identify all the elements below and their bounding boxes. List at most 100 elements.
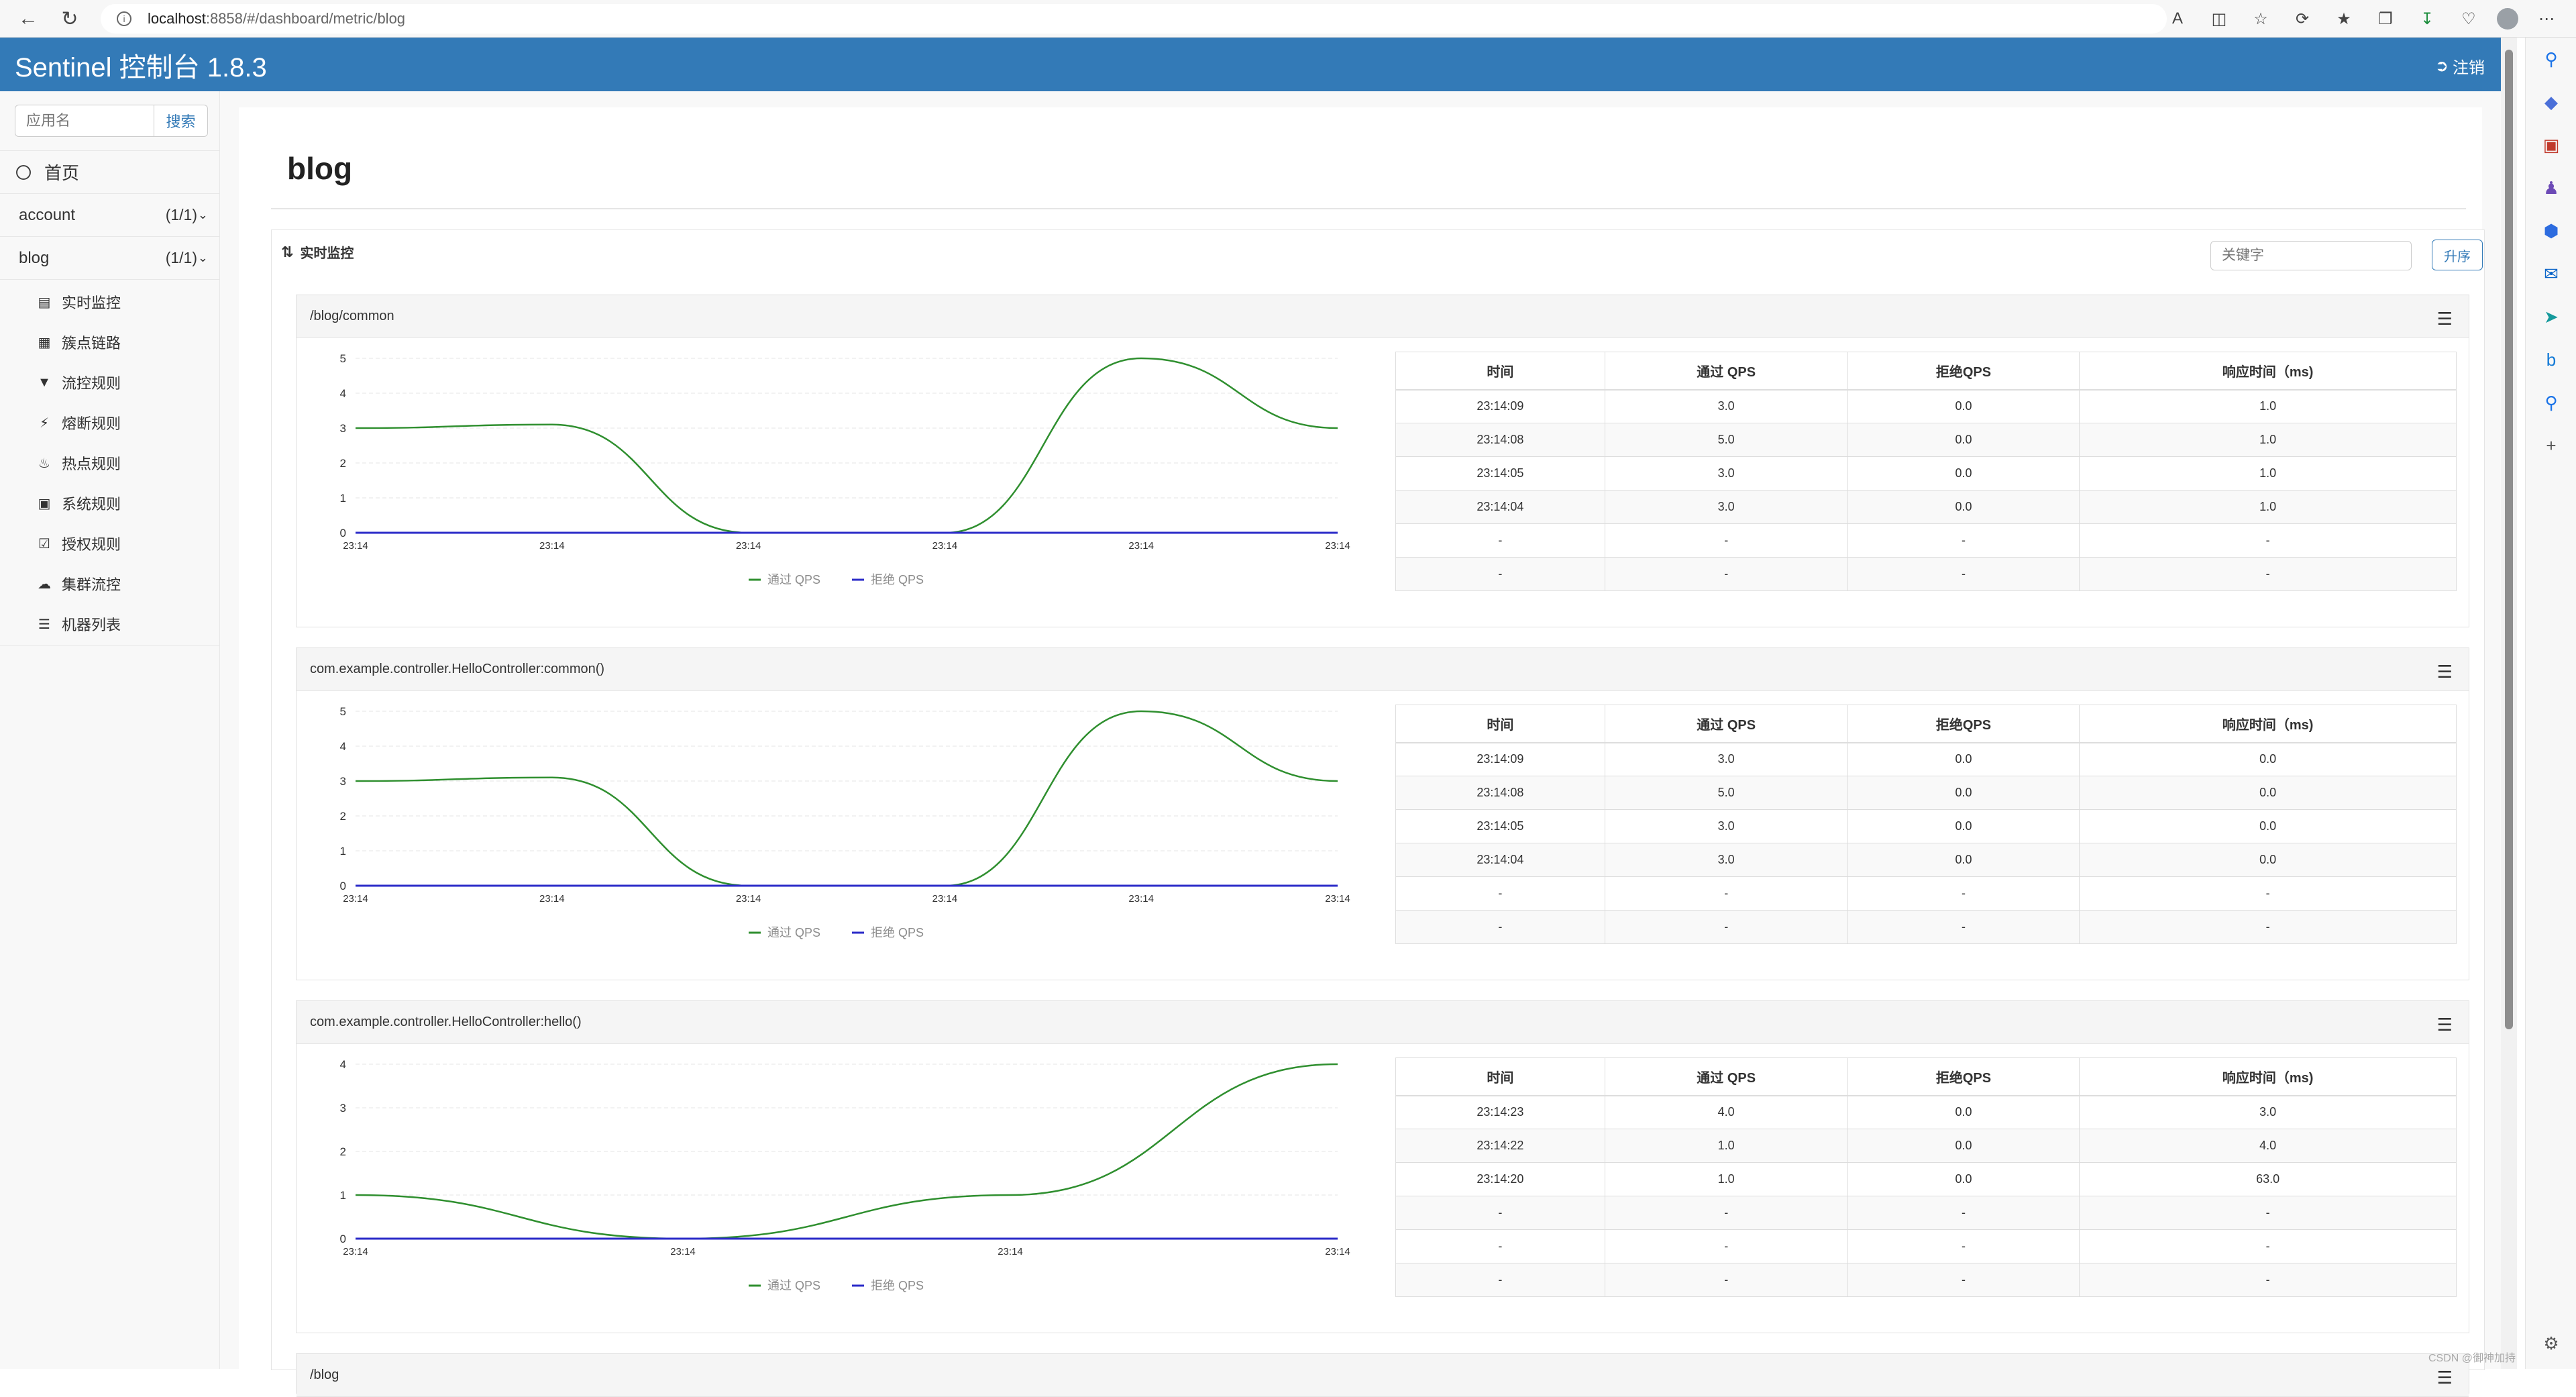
- search-button[interactable]: 搜索: [154, 105, 208, 137]
- table-header[interactable]: 时间: [1395, 352, 1605, 391]
- sidebar-item-authority-rules[interactable]: ☑ 授权规则: [36, 523, 121, 564]
- y-tick-label: 5: [340, 352, 346, 365]
- url-path: :8858/#/dashboard/metric/blog: [205, 10, 406, 27]
- table-cell: 0.0: [2079, 843, 2457, 877]
- browser-side-panel: ⚲ ◆ ▣ ♟ ⬢ ✉ ➤ b ⚲ + ⚙: [2525, 38, 2576, 1369]
- address-bar[interactable]: i localhost:8858/#/dashboard/metric/blog: [101, 4, 2167, 34]
- microsoft365-icon[interactable]: ⬢: [2526, 209, 2576, 252]
- table-header[interactable]: 通过 QPS: [1604, 352, 1848, 391]
- logout-button[interactable]: ➲ 注销: [2435, 54, 2485, 78]
- table-cell: 0.0: [1847, 456, 2080, 490]
- more-menu-icon[interactable]: ⋯: [2533, 5, 2560, 32]
- x-tick-label: 23:14: [1325, 1246, 1350, 1257]
- add-icon[interactable]: +: [2526, 424, 2576, 467]
- app-search-input[interactable]: [15, 105, 154, 137]
- table-header[interactable]: 拒绝QPS: [1847, 1057, 2080, 1096]
- sidebar-app-account[interactable]: account (1/1) ⌄: [0, 193, 220, 236]
- y-tick-label: 0: [340, 527, 346, 539]
- x-tick-label: 23:14: [539, 893, 565, 904]
- realtime-monitor-panel: ⇅ 实时监控 升序 /blog/common ☰ 0 1 2 3 4 5 23:14 23:14 2…: [271, 229, 2485, 1397]
- hamburger-menu-icon[interactable]: ☰: [2437, 309, 2453, 329]
- table-cell: -: [1847, 1196, 2080, 1230]
- legend-pass-qps[interactable]: 通过 QPS: [767, 573, 820, 586]
- table-cell: 0.0: [2079, 776, 2457, 810]
- tools-icon[interactable]: ▣: [2526, 123, 2576, 166]
- legend-pass-qps[interactable]: 通过 QPS: [767, 926, 820, 939]
- home-label: 首页: [44, 163, 80, 183]
- sidebar-item-home[interactable]: 首页: [0, 150, 220, 193]
- info-icon[interactable]: i: [117, 11, 131, 26]
- sort-order-button[interactable]: 升序: [2432, 240, 2483, 270]
- hamburger-menu-icon[interactable]: ☰: [2437, 1367, 2453, 1388]
- pass-qps-line: [355, 357, 1338, 534]
- sidebar-item-realtime-monitor[interactable]: ▤ 实时监控: [36, 282, 121, 322]
- table-row: ----: [1395, 876, 2457, 911]
- x-tick-label: 23:14: [343, 893, 368, 904]
- sidebar-item-flow-rules[interactable]: ▼ 流控规则: [36, 362, 121, 403]
- legend-block-qps[interactable]: 拒绝 QPS: [871, 1279, 924, 1292]
- sidebar-item-system-rules[interactable]: ▣ 系统规则: [36, 483, 121, 523]
- x-tick-label: 23:14: [1325, 893, 1350, 904]
- table-header[interactable]: 时间: [1395, 705, 1605, 743]
- browser-essentials-icon[interactable]: ♡: [2455, 5, 2482, 32]
- sidebar-item-cluster-link[interactable]: ▦ 簇点链路: [36, 322, 121, 362]
- hamburger-menu-icon[interactable]: ☰: [2437, 662, 2453, 682]
- table-cell: 1.0: [1604, 1162, 1848, 1196]
- legend-block-qps[interactable]: 拒绝 QPS: [871, 926, 924, 939]
- read-aloud-icon[interactable]: A: [2164, 5, 2191, 32]
- table-row: ----: [1395, 1263, 2457, 1297]
- downloads-icon[interactable]: ↧: [2414, 5, 2440, 32]
- table-cell: 23:14:05: [1395, 456, 1605, 490]
- legend-pass-qps[interactable]: 通过 QPS: [767, 1279, 820, 1292]
- sidebar-item-degrade-rules[interactable]: ⚡ 熔断规则: [36, 403, 121, 443]
- sign-out-icon: ➲: [2434, 57, 2449, 75]
- app-count: (1/1): [165, 206, 197, 223]
- shopping-tag-icon[interactable]: ◆: [2526, 81, 2576, 123]
- check-icon: ☑: [38, 536, 50, 552]
- favorites-icon[interactable]: ★: [2330, 5, 2357, 32]
- settings-gear-icon[interactable]: ⚙: [2526, 1322, 2576, 1365]
- sidebar-app-blog[interactable]: blog (1/1) ⌄: [0, 236, 220, 279]
- cloud-icon: ☁: [38, 576, 51, 592]
- table-cell: 0.0: [1847, 1129, 2080, 1163]
- chevron-down-icon: ⌄: [197, 251, 208, 264]
- sidebar-item-param-flow-rules[interactable]: ♨ 热点规则: [36, 443, 121, 483]
- back-icon[interactable]: ←: [9, 0, 47, 38]
- legend-block-qps[interactable]: 拒绝 QPS: [871, 573, 924, 586]
- hamburger-menu-icon[interactable]: ☰: [2437, 1015, 2453, 1035]
- drop-icon[interactable]: ➤: [2526, 295, 2576, 338]
- scroll-thumb[interactable]: [2505, 50, 2513, 1029]
- table-header[interactable]: 响应时间（ms): [2079, 705, 2457, 743]
- bing-icon[interactable]: b: [2526, 338, 2576, 381]
- table-header[interactable]: 通过 QPS: [1604, 1057, 1848, 1096]
- profile-avatar[interactable]: [2497, 8, 2518, 30]
- table-header[interactable]: 时间: [1395, 1057, 1605, 1096]
- x-tick-label: 23:14: [343, 540, 368, 552]
- search-icon[interactable]: ⚲: [2526, 38, 2576, 81]
- table-header[interactable]: 通过 QPS: [1604, 705, 1848, 743]
- sidebar-item-cluster-flow[interactable]: ☁ 集群流控: [36, 564, 121, 604]
- table-header[interactable]: 拒绝QPS: [1847, 352, 2080, 391]
- table-cell: -: [2079, 557, 2457, 591]
- table-cell: -: [2079, 1196, 2457, 1230]
- keyword-search-input[interactable]: [2210, 241, 2412, 270]
- resource-name: /blog/common: [310, 309, 394, 323]
- table-header[interactable]: 响应时间（ms): [2079, 352, 2457, 391]
- games-icon[interactable]: ♟: [2526, 166, 2576, 209]
- app-count: (1/1): [165, 249, 197, 266]
- discover-search-icon[interactable]: ⚲: [2526, 381, 2576, 424]
- table-header[interactable]: 拒绝QPS: [1847, 705, 2080, 743]
- reload-icon[interactable]: ↻: [51, 0, 89, 38]
- collections-icon[interactable]: ❐: [2372, 5, 2399, 32]
- table-header[interactable]: 响应时间（ms): [2079, 1057, 2457, 1096]
- outlook-icon[interactable]: ✉: [2526, 252, 2576, 295]
- table-cell: 3.0: [1604, 742, 1848, 776]
- page-scrollbar[interactable]: [2501, 38, 2517, 1369]
- table-cell: 0.0: [1847, 776, 2080, 810]
- add-favorite-icon[interactable]: ☆: [2247, 5, 2274, 32]
- refresh-extension-icon[interactable]: ⟳: [2289, 5, 2316, 32]
- list-icon: ▦: [38, 335, 51, 350]
- sidebar-item-machine-list[interactable]: ☰ 机器列表: [36, 604, 121, 644]
- split-screen-icon[interactable]: ◫: [2206, 5, 2233, 32]
- table-cell: -: [2079, 1229, 2457, 1263]
